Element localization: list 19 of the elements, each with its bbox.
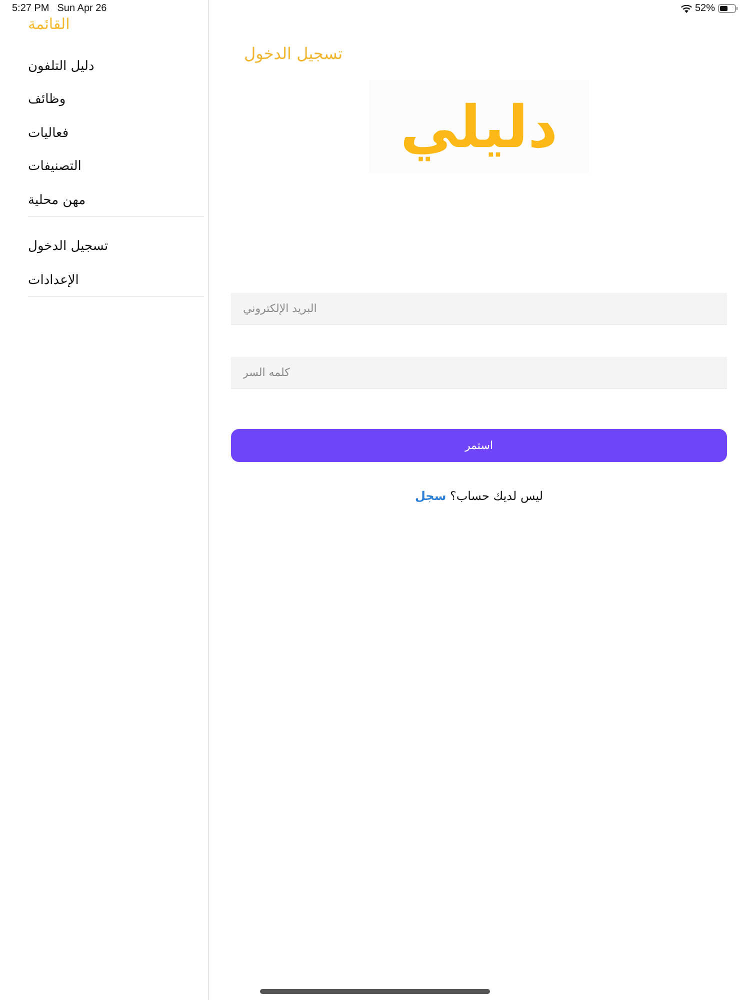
signup-prompt: ليس لديك حساب؟ سجل <box>414 488 544 505</box>
battery-percent: 52% <box>694 3 715 14</box>
battery-icon <box>718 4 738 13</box>
menu-item[interactable]: وظائف <box>28 90 66 110</box>
status-date: Sun Apr 26 <box>57 3 107 14</box>
page-title: تسجيل الدخول <box>244 43 343 65</box>
status-time: 5:27 PM <box>12 3 50 14</box>
menu-item[interactable]: دليل التلفون <box>28 56 94 77</box>
sidebar-title: القائمة <box>28 14 70 34</box>
wifi-icon <box>680 4 692 12</box>
continue-button[interactable]: استمر <box>231 429 727 462</box>
signup-link[interactable]: سجل <box>414 489 446 503</box>
menu-item[interactable]: فعاليات <box>28 124 69 144</box>
home-indicator[interactable] <box>260 989 490 994</box>
email-field[interactable]: البريد الإلكتروني <box>231 293 727 325</box>
menu-item[interactable]: التصنيفات <box>28 157 82 178</box>
menu-item[interactable]: مهن محلية <box>28 190 86 211</box>
menu-item[interactable]: تسجيل الدخول <box>28 237 108 258</box>
menu-item[interactable]: الإعدادات <box>28 270 79 291</box>
